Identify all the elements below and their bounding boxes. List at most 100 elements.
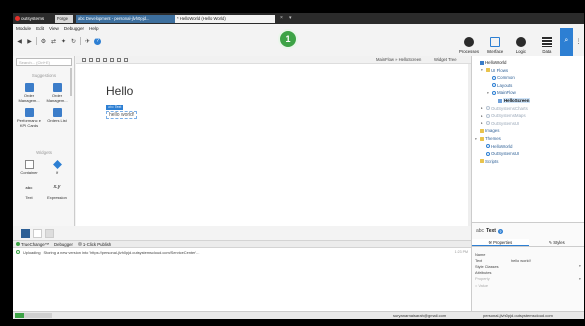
refresh-icon[interactable]: ↻ xyxy=(70,38,77,45)
toolbox-search-input[interactable]: Search... (Ctrl+E) xyxy=(16,58,72,66)
align-icon[interactable] xyxy=(117,57,121,62)
title-bar: outsystems Forge abc Development - perso… xyxy=(13,13,584,24)
tabs-dropdown-icon[interactable]: ▾ xyxy=(289,15,292,21)
tree-item[interactable]: ▾ UI Flows xyxy=(481,67,508,74)
area-data[interactable]: Data xyxy=(534,28,560,56)
tab-properties[interactable]: ⚒ Properties xyxy=(472,239,529,246)
expand-toggle-icon[interactable]: ▾ xyxy=(481,68,484,72)
area-logic[interactable]: Logic xyxy=(508,28,534,56)
tree-item-label: OutSystemsUI xyxy=(491,151,520,157)
tree-item[interactable]: Common xyxy=(487,74,515,81)
property-row[interactable]: = Value xyxy=(475,282,583,288)
toolbox-group-widgets: Widgets xyxy=(36,150,52,155)
close-tab-icon[interactable]: × xyxy=(280,15,283,21)
property-row[interactable]: Style Classes ▾ xyxy=(475,263,583,269)
block-icon xyxy=(52,83,62,92)
settings-icon[interactable]: ⚙ xyxy=(40,38,47,45)
menu-edit[interactable]: Edit xyxy=(36,26,44,31)
tab-forge[interactable]: Forge xyxy=(55,15,73,23)
device-icon[interactable] xyxy=(110,57,114,62)
toolbox-item-expression[interactable]: x.y Expression xyxy=(44,185,70,201)
property-row[interactable]: Name xyxy=(475,251,583,257)
page-icon[interactable] xyxy=(82,57,86,62)
property-row[interactable]: Text hello world! xyxy=(475,257,583,263)
menu-help[interactable]: Help xyxy=(89,26,98,31)
tree-item[interactable]: OutSystemsUI xyxy=(481,150,519,157)
toolbox-item-order-management-2[interactable]: Order Managem... xyxy=(44,83,70,103)
grid-icon[interactable] xyxy=(124,57,128,62)
layout-option-icon[interactable] xyxy=(45,228,54,238)
screen-canvas[interactable]: MainFlow » HelloScreen Widget Tree Hello… xyxy=(76,56,471,226)
search-icon[interactable]: ⌕ xyxy=(559,28,573,56)
preview-icon[interactable] xyxy=(103,57,107,62)
tab-development-environment[interactable]: abc Development - personal-jlvh0pjd... xyxy=(76,15,176,23)
selected-widget-type: Text xyxy=(486,228,496,234)
tree-item[interactable]: HelloScreen xyxy=(493,97,531,104)
toolbox-item-text[interactable]: abc Text xyxy=(16,185,42,200)
tree-item[interactable]: ▾ Themes xyxy=(475,135,501,142)
tree-item[interactable]: ▸ OutSystemsUI xyxy=(481,120,519,127)
forward-icon[interactable]: ▶ xyxy=(26,38,33,45)
tab-truechange[interactable]: TrueChange™ xyxy=(16,242,49,247)
expand-toggle-icon[interactable]: ▸ xyxy=(481,121,484,125)
page-title[interactable]: Hello xyxy=(106,84,133,98)
toolbox-item-if[interactable]: If xyxy=(44,160,70,175)
tree-item[interactable]: ▾ MainFlow xyxy=(487,89,516,96)
tab-helloworld-module[interactable]: * HelloWorld (Hello World) xyxy=(175,15,275,23)
breadcrumb[interactable]: MainFlow » HelloScreen xyxy=(376,57,421,62)
status-server[interactable]: personal-jlvh0pjd.outsystemscloud.com xyxy=(483,313,553,318)
block-icon xyxy=(24,83,34,92)
toolbox-item-performance-kpi-cards[interactable]: Performanc e KPI Cards xyxy=(16,108,42,128)
tree-item[interactable]: Images xyxy=(475,127,499,134)
tab-styles[interactable]: ✎ Styles xyxy=(529,239,585,246)
help-icon[interactable]: ? xyxy=(94,37,101,45)
property-row[interactable]: Property ▾ xyxy=(475,276,583,282)
publish-icon[interactable]: ✈ xyxy=(84,38,91,45)
dropdown-icon[interactable]: ▾ xyxy=(579,264,583,268)
output-message-row[interactable]: Uploading Storing a new version into 'ht… xyxy=(16,250,199,255)
toolbox-item-label: Orders List xyxy=(47,118,67,123)
expand-toggle-icon[interactable]: ▾ xyxy=(487,91,490,95)
area-interface[interactable]: Interface xyxy=(482,28,508,56)
expand-toggle-icon[interactable]: ▸ xyxy=(481,106,484,110)
compare-icon[interactable]: ⇄ xyxy=(50,38,57,45)
text-widget[interactable]: hello world! xyxy=(106,111,138,119)
property-row[interactable]: Attributes xyxy=(475,270,583,276)
menu-debugger[interactable]: Debugger xyxy=(64,26,84,31)
widget-tree-toggle[interactable]: Widget Tree xyxy=(434,57,457,62)
help-icon[interactable]: ? xyxy=(497,228,503,234)
flow-icon xyxy=(485,151,490,156)
toolbox-item-container[interactable]: Container xyxy=(16,160,42,175)
publish-step-badge[interactable]: 1 xyxy=(278,29,298,49)
property-value[interactable]: hello world! xyxy=(511,258,579,263)
tab-debugger[interactable]: Debugger xyxy=(54,242,73,247)
area-processes[interactable]: Processes xyxy=(456,28,482,56)
menu-view[interactable]: View xyxy=(49,26,59,31)
toolbox-item-orders-list[interactable]: Orders List xyxy=(44,108,70,123)
expand-toggle-icon[interactable]: ▾ xyxy=(475,137,478,141)
layout-icon[interactable] xyxy=(89,57,93,62)
toolbox-item-label: Text xyxy=(25,195,33,200)
tree-item-label: OutSystemsUI xyxy=(491,120,520,126)
toolbox-item-order-management-1[interactable]: Order Managem... xyxy=(16,83,42,103)
widget-icon[interactable] xyxy=(96,57,100,62)
tree-item[interactable]: ▸ OutSystemsMaps xyxy=(481,112,526,119)
tab-1-click-publish[interactable]: 1-Click Publish xyxy=(77,242,111,247)
tab-debugger-label: Debugger xyxy=(54,241,73,247)
tree-item[interactable]: Layouts xyxy=(487,82,512,89)
tree-item[interactable]: HelloWorld xyxy=(475,59,506,66)
container-icon xyxy=(24,160,34,169)
tree-item[interactable]: ▸ OutSystemsCharts xyxy=(481,105,528,112)
layout-option-icon[interactable] xyxy=(21,228,30,238)
more-options-icon[interactable]: ⋮ xyxy=(573,28,584,56)
outsystems-logo[interactable]: outsystems xyxy=(15,15,44,22)
menu-module[interactable]: Module xyxy=(16,26,31,31)
dropdown-icon[interactable]: ▾ xyxy=(579,277,583,281)
back-icon[interactable]: ◀ xyxy=(16,38,23,45)
tree-item[interactable]: Scripts xyxy=(475,158,498,165)
expand-toggle-icon[interactable]: ▸ xyxy=(481,114,484,118)
app-icon xyxy=(479,60,484,65)
layout-option-icon[interactable] xyxy=(33,228,42,238)
tree-item[interactable]: HelloWorld xyxy=(481,143,512,150)
debug-icon[interactable]: ✦ xyxy=(60,38,67,45)
